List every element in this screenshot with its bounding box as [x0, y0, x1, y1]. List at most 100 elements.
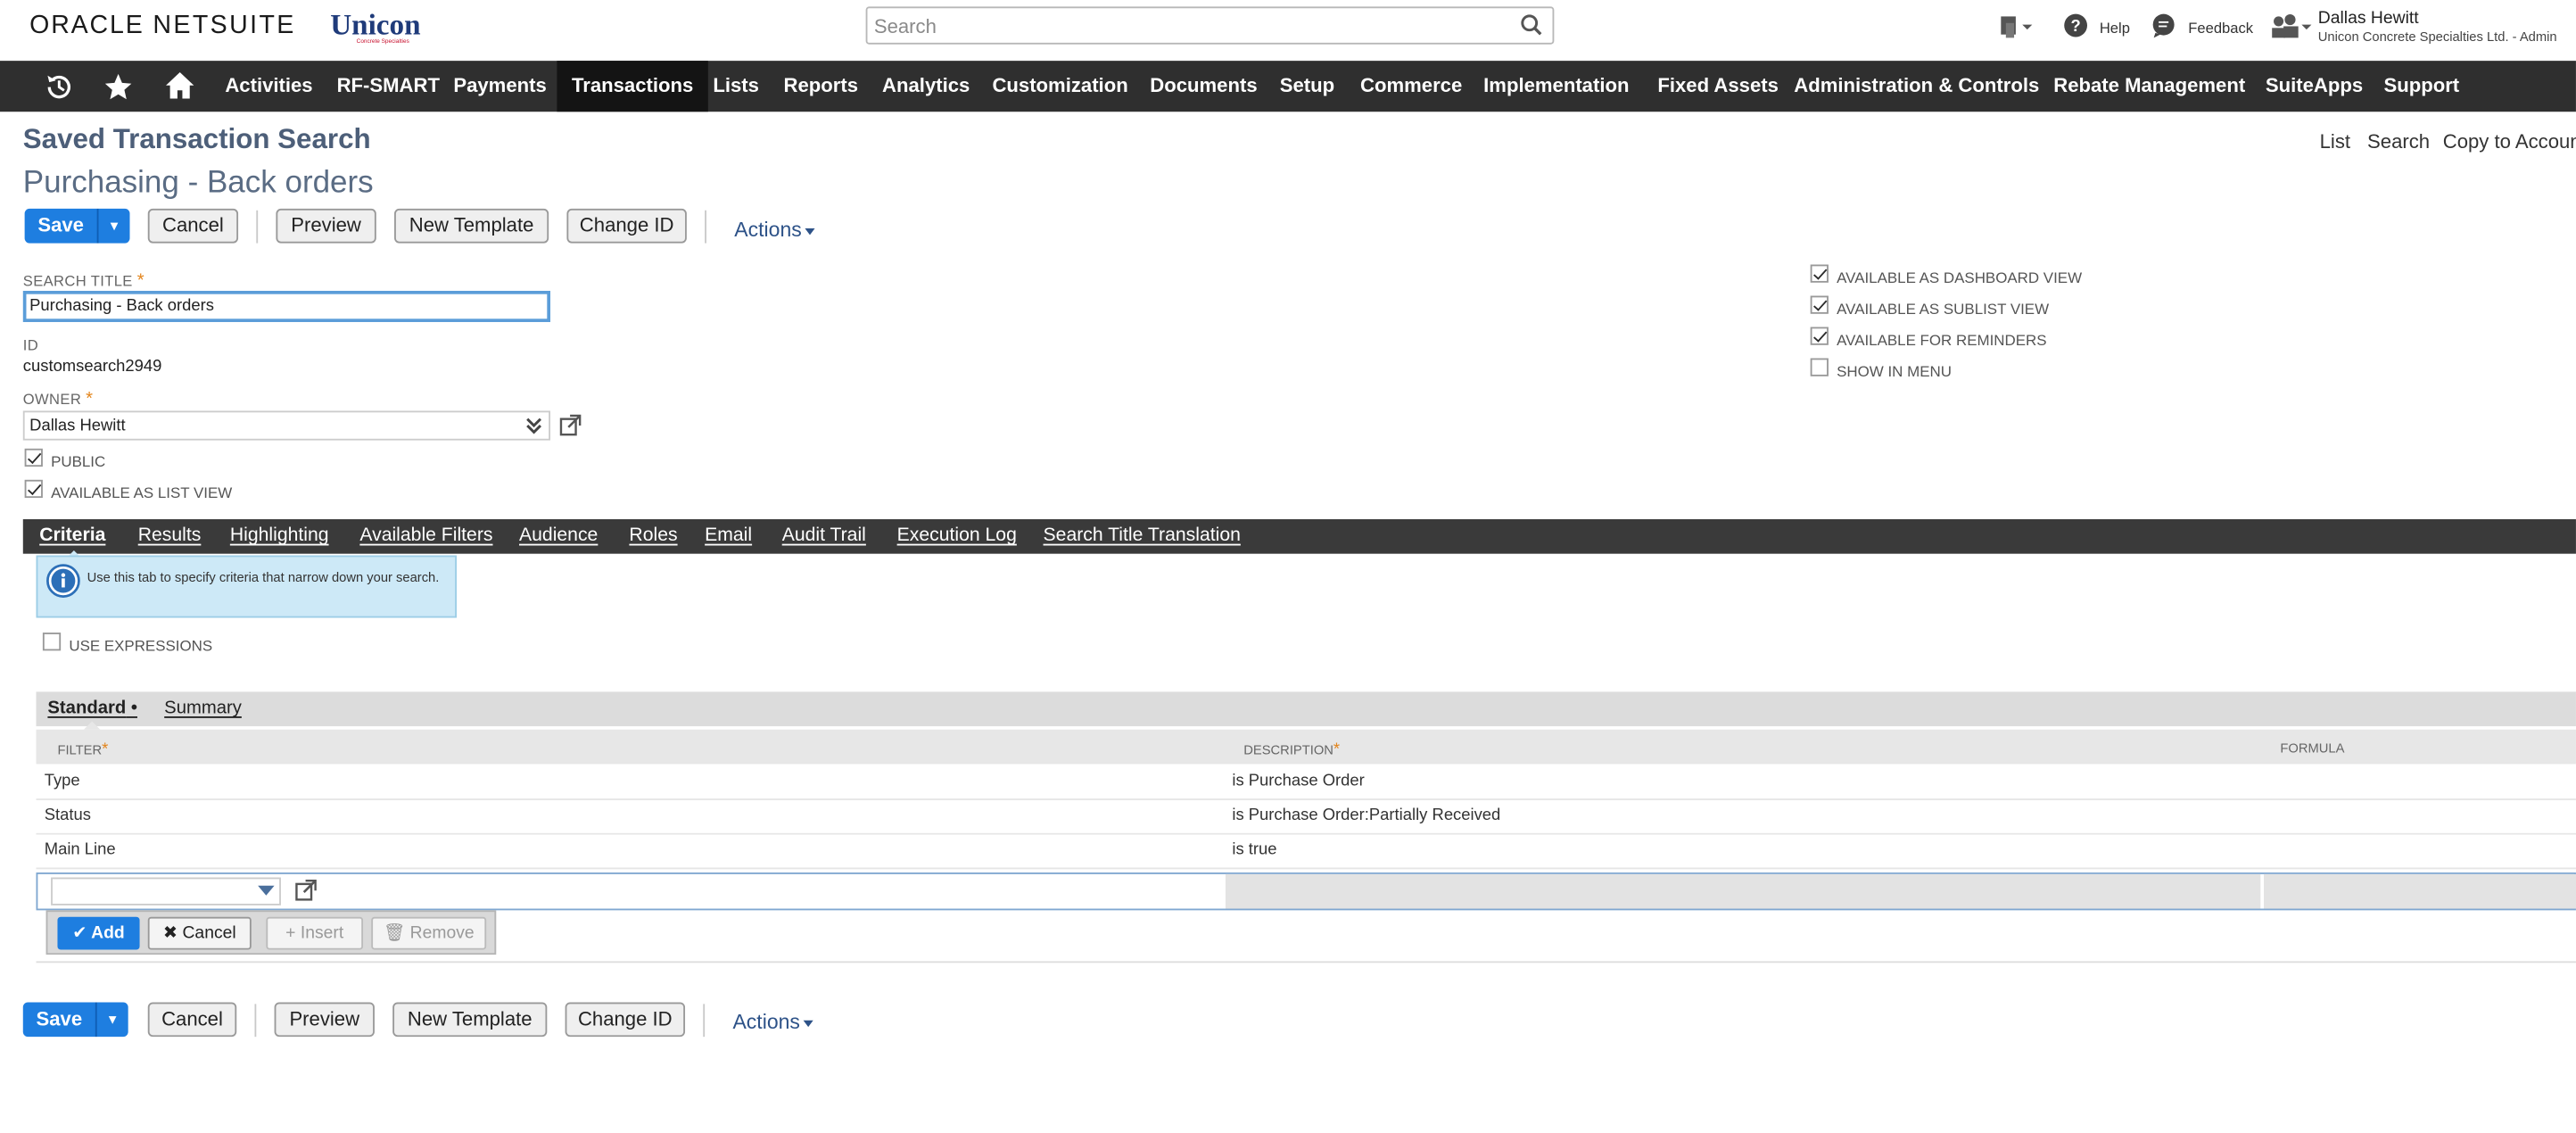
nav-analytics[interactable]: Analytics [882, 61, 970, 112]
user-role-icon[interactable] [2270, 13, 2313, 48]
help-icon[interactable]: ? [2063, 13, 2088, 46]
subtab-standard[interactable]: Standard • [47, 699, 137, 718]
open-filter-icon[interactable] [294, 879, 318, 910]
owner-select[interactable]: Dallas Hewitt [22, 410, 551, 441]
preview-button[interactable]: Preview [276, 208, 376, 244]
feedback-icon[interactable] [2151, 13, 2176, 46]
tab-execution-log[interactable]: Execution Log [897, 525, 1017, 545]
tab-highlighting[interactable]: Highlighting [230, 525, 329, 545]
subtab-summary[interactable]: Summary [164, 699, 242, 718]
criteria-table-header: FILTER* DESCRIPTION* FORMULA [36, 729, 2576, 765]
required-asterisk-icon: * [136, 270, 144, 291]
cancel-button[interactable]: Cancel [147, 208, 239, 244]
filter-select[interactable] [51, 877, 281, 906]
required-asterisk-icon: * [1333, 740, 1341, 759]
nav-activities[interactable]: Activities [225, 61, 312, 112]
preview-button-bottom[interactable]: Preview [274, 1002, 375, 1038]
available-as-sublist-view-checkbox[interactable] [1810, 295, 1829, 314]
insert-row-button[interactable]: + Insert [266, 916, 364, 950]
tab-criteria[interactable]: Criteria [39, 525, 105, 545]
owner-label: OWNER * [22, 389, 94, 409]
table-row[interactable]: Type is Purchase Order [36, 765, 2576, 800]
double-chevron-down-icon[interactable] [525, 416, 541, 441]
nav-commerce[interactable]: Commerce [1360, 61, 1462, 112]
public-checkbox[interactable] [24, 448, 43, 467]
sublist-bottom-border [36, 961, 2576, 963]
search-icon[interactable] [1520, 13, 1543, 45]
nav-payments[interactable]: Payments [453, 61, 546, 112]
home-icon[interactable] [164, 70, 195, 108]
main-nav: Activities RF-SMART Payments Transaction… [0, 61, 2576, 112]
change-id-button[interactable]: Change ID [566, 208, 687, 244]
remove-row-button[interactable]: 🗑 Remove [371, 916, 487, 950]
page-title: Saved Transaction Search [22, 123, 371, 155]
table-row[interactable]: Status is Purchase Order:Partially Recei… [36, 799, 2576, 835]
use-expressions-label: USE EXPRESSIONS [69, 637, 213, 655]
save-options-chevron-down-icon[interactable]: ▼ [95, 1002, 128, 1038]
user-company[interactable]: Unicon Concrete Specialties Ltd. - Admin [2318, 29, 2557, 45]
save-button-bottom[interactable]: Save ▼ [22, 1002, 128, 1038]
oracle-netsuite-logo[interactable]: ORACLE NETSUITE [29, 12, 296, 41]
tab-roles[interactable]: Roles [629, 525, 677, 545]
chevron-down-icon[interactable] [258, 885, 275, 896]
new-template-button-bottom[interactable]: New Template [392, 1002, 548, 1038]
help-link[interactable]: Help [2100, 20, 2130, 36]
tab-audit-trail[interactable]: Audit Trail [782, 525, 866, 545]
new-criteria-row[interactable] [36, 872, 2576, 911]
list-link[interactable]: List [2320, 130, 2350, 153]
available-as-list-view-checkbox[interactable] [24, 479, 43, 499]
copy-to-account-link[interactable]: Copy to Account [2443, 130, 2576, 153]
feedback-link[interactable]: Feedback [2188, 20, 2253, 36]
available-as-dashboard-view-checkbox[interactable] [1810, 264, 1829, 283]
save-button[interactable]: Save ▼ [24, 208, 130, 244]
favorites-star-icon[interactable] [103, 72, 133, 110]
nav-suiteapps[interactable]: SuiteApps [2266, 61, 2363, 112]
new-template-button[interactable]: New Template [394, 208, 549, 244]
search-title-input[interactable] [22, 290, 551, 322]
open-record-icon[interactable] [558, 414, 582, 445]
available-for-reminders-label: AVAILABLE FOR REMINDERS [1837, 332, 2047, 349]
table-row[interactable]: Main Line is true [36, 834, 2576, 870]
actions-label: Actions [734, 218, 802, 242]
nav-support[interactable]: Support [2383, 61, 2459, 112]
cancel-row-button[interactable]: ✖ Cancel [147, 916, 252, 950]
user-name[interactable]: Dallas Hewitt [2318, 8, 2419, 28]
use-expressions-checkbox[interactable] [42, 633, 62, 651]
nav-documents[interactable]: Documents [1150, 61, 1257, 112]
search-input[interactable] [867, 8, 1492, 43]
actions-menu-bottom[interactable]: Actions [732, 1011, 813, 1033]
recent-records-icon[interactable] [1998, 13, 2035, 48]
nav-rebate-management[interactable]: Rebate Management [2053, 61, 2245, 112]
search-link[interactable]: Search [2367, 130, 2430, 153]
nav-reports[interactable]: Reports [784, 61, 859, 112]
tab-search-title-translation[interactable]: Search Title Translation [1044, 525, 1241, 545]
formula-cell-empty[interactable] [2264, 873, 2576, 909]
nav-implementation[interactable]: Implementation [1483, 61, 1629, 112]
nav-customization[interactable]: Customization [992, 61, 1127, 112]
cancel-button-bottom[interactable]: Cancel [147, 1002, 237, 1038]
nav-fixed-assets[interactable]: Fixed Assets [1657, 61, 1779, 112]
info-icon [46, 564, 81, 607]
show-in-menu-checkbox[interactable] [1810, 358, 1829, 376]
description-cell-empty[interactable] [1225, 873, 2261, 909]
logo-oracle-text: ORACLE [29, 11, 144, 40]
criteria-info-text: Use this tab to specify criteria that na… [87, 570, 440, 585]
available-for-reminders-checkbox[interactable] [1810, 327, 1829, 345]
recent-icon[interactable] [45, 72, 74, 110]
nav-transactions[interactable]: Transactions [557, 61, 708, 112]
nav-rf-smart[interactable]: RF-SMART [337, 61, 440, 112]
global-search[interactable] [865, 6, 1555, 45]
add-row-button[interactable]: ✔ Add [57, 916, 140, 950]
criteria-info-box: Use this tab to specify criteria that na… [36, 555, 458, 618]
tab-audience[interactable]: Audience [519, 525, 598, 545]
nav-administration-controls[interactable]: Administration & Controls [1794, 61, 2039, 112]
tab-email[interactable]: Email [705, 525, 752, 545]
save-options-chevron-down-icon[interactable]: ▼ [96, 208, 130, 244]
nav-setup[interactable]: Setup [1280, 61, 1334, 112]
tab-results[interactable]: Results [138, 525, 202, 545]
actions-menu[interactable]: Actions [734, 218, 815, 242]
actions-caret-icon [805, 227, 815, 235]
nav-lists[interactable]: Lists [713, 61, 759, 112]
change-id-button-bottom[interactable]: Change ID [565, 1002, 686, 1038]
tab-available-filters[interactable]: Available Filters [359, 525, 492, 545]
